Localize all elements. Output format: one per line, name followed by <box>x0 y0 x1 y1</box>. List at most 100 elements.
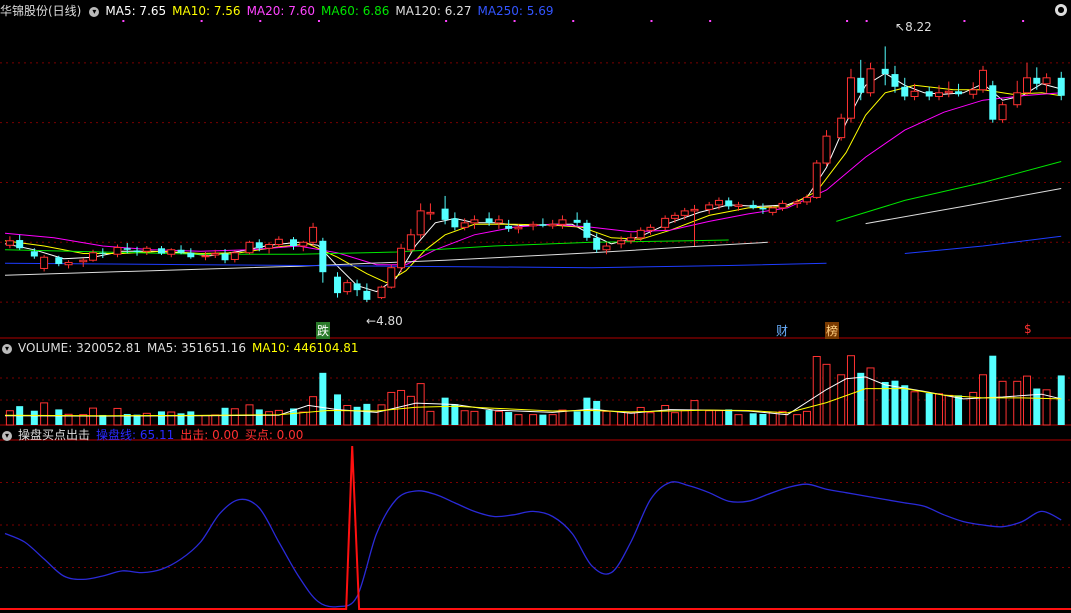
candle-body <box>353 283 361 291</box>
candle-body <box>133 250 141 253</box>
candle-body <box>822 135 831 164</box>
volume-bar <box>998 380 1007 426</box>
candle-body <box>979 69 987 91</box>
stock-chart-window: 华锦股份(日线) ▾ MA5: 7.65 MA10: 7.56 MA20: 7.60 MA… <box>0 0 1071 613</box>
volume-bar <box>113 407 122 426</box>
candle-body <box>505 225 513 229</box>
volume-bar <box>989 355 997 425</box>
volume-bar <box>539 414 547 425</box>
candle-body <box>529 223 538 227</box>
candle-body <box>857 77 865 93</box>
candle-body <box>901 86 909 97</box>
volume-bar <box>626 412 635 426</box>
candle-body <box>725 200 733 207</box>
event-marker-3[interactable]: $ <box>1024 322 1032 336</box>
candle-body <box>661 217 670 228</box>
volume-bar <box>955 395 963 425</box>
volume-bar <box>734 414 743 426</box>
candle-body <box>670 214 679 219</box>
candle-body <box>768 207 777 213</box>
chevron-down-icon[interactable]: ▾ <box>2 430 12 441</box>
candle-body <box>955 91 963 95</box>
candle-body <box>989 85 997 120</box>
candle-body <box>514 226 523 230</box>
candle-body <box>866 68 875 94</box>
candle-body <box>230 252 239 260</box>
volume-bar <box>470 410 479 426</box>
candle-body <box>1023 77 1032 94</box>
ma-label-2: MA20: 7.60 <box>246 4 315 18</box>
volume-bar <box>705 410 714 426</box>
candle-body <box>309 226 318 243</box>
volume-bar <box>548 414 557 426</box>
volume-bar <box>406 395 415 426</box>
candle-body <box>201 255 210 258</box>
ma-line-ma60-4 <box>836 161 1062 222</box>
candle-body <box>363 290 371 300</box>
candle-body <box>334 276 342 294</box>
volume-label-2: MA10: 446104.81 <box>251 341 359 355</box>
candle-body <box>426 211 435 215</box>
volume-bar <box>558 409 567 426</box>
candle-body <box>211 253 220 256</box>
volume-bar <box>529 414 538 426</box>
chevron-down-icon[interactable]: ▾ <box>89 6 100 17</box>
volume-bar <box>5 410 14 426</box>
volume-bar <box>309 396 318 426</box>
low-price-label: ←4.80 <box>366 314 403 328</box>
candle-body <box>548 223 557 227</box>
volume-bar <box>255 409 263 425</box>
candle-body <box>626 237 635 242</box>
candle-body <box>451 218 459 228</box>
volume-bar <box>602 410 611 426</box>
candle-body <box>494 219 503 224</box>
volume-bar <box>319 372 327 425</box>
volume-bar <box>857 372 865 425</box>
indicator-label-2: 出击: 0.00 <box>180 428 239 442</box>
volume-bar <box>1023 375 1032 426</box>
candle-body <box>680 210 689 216</box>
indicator-label-1: 操盘线: 65.11 <box>96 428 175 442</box>
candle-body <box>89 252 98 261</box>
volume-bar <box>593 400 601 425</box>
candle-body <box>891 74 899 87</box>
ma-line-ma250-7 <box>4 262 827 269</box>
event-marker-0[interactable]: 跌 <box>316 322 331 339</box>
chart-canvas[interactable] <box>0 0 1071 613</box>
volume-bar <box>377 404 386 426</box>
candle-body <box>406 234 415 251</box>
settings-circle-icon[interactable]: ● <box>1055 4 1067 16</box>
ma-label-0: MA5: 7.65 <box>105 4 167 18</box>
candle-body <box>969 89 978 95</box>
candle-body <box>881 68 889 75</box>
chevron-down-icon[interactable]: ▾ <box>2 343 12 354</box>
candle-body <box>485 218 493 223</box>
volume-bar <box>866 367 875 426</box>
volume-bar <box>979 374 987 426</box>
volume-bar <box>714 410 723 426</box>
candle-body <box>416 210 425 236</box>
candle-body <box>123 248 131 250</box>
volume-bar <box>485 410 493 425</box>
candle-body <box>749 204 757 208</box>
volume-bar <box>690 400 699 426</box>
candle-body <box>793 201 802 204</box>
candle-body <box>646 226 655 231</box>
candle-body <box>177 249 185 253</box>
candle-body <box>40 256 49 269</box>
volume-bar <box>363 403 371 425</box>
candle-body <box>79 259 88 263</box>
candle-body <box>925 91 933 97</box>
volume-bar <box>157 411 165 425</box>
candle-body <box>705 204 714 210</box>
top-dot-marker <box>122 20 125 22</box>
volume-bar <box>167 411 176 426</box>
event-marker-1[interactable]: 财 <box>776 322 788 339</box>
event-marker-2[interactable]: 榜 <box>825 322 840 339</box>
candle-body <box>265 244 274 249</box>
candle-body <box>539 224 547 226</box>
volume-bar <box>514 414 523 426</box>
candle-body <box>460 222 469 228</box>
candle-body <box>1042 77 1051 85</box>
volume-bar <box>265 411 274 426</box>
